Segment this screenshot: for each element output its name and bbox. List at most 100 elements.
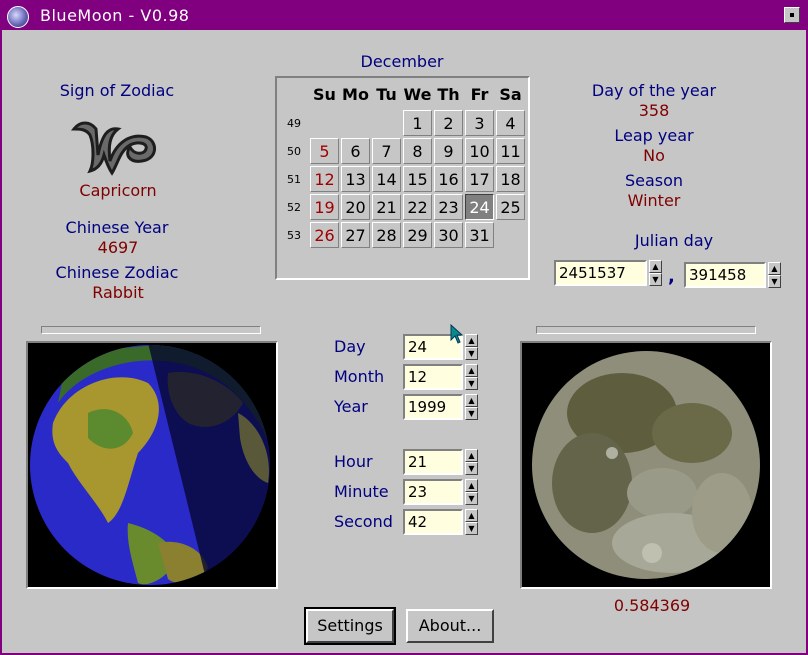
capricorn-symbol-icon xyxy=(70,121,156,176)
week-number: 49 xyxy=(287,117,301,130)
julian-day-spinner[interactable]: ▲ ▼ xyxy=(649,260,662,286)
weekday-header: Fr xyxy=(470,85,489,104)
year-field[interactable]: 1999 xyxy=(403,394,463,420)
about-button[interactable]: About... xyxy=(406,609,494,643)
calendar-day[interactable]: 20 xyxy=(341,194,370,220)
calendar-day[interactable]: 21 xyxy=(372,194,401,220)
calendar-day[interactable]: 10 xyxy=(465,138,494,164)
calendar-day[interactable]: 7 xyxy=(372,138,401,164)
earth-slider[interactable] xyxy=(41,326,261,334)
calendar-day[interactable]: 29 xyxy=(403,222,432,248)
spin-down-icon[interactable]: ▼ xyxy=(465,407,478,420)
zodiac-sign: Capricorn xyxy=(79,181,157,200)
spin-down-icon[interactable]: ▼ xyxy=(465,522,478,535)
week-number: 51 xyxy=(287,173,301,186)
spin-up-icon[interactable]: ▲ xyxy=(649,260,662,273)
system-menu-button[interactable] xyxy=(784,7,800,23)
spin-down-icon[interactable]: ▼ xyxy=(465,347,478,360)
season-label: Season xyxy=(624,171,684,190)
calendar-day[interactable]: 9 xyxy=(434,138,463,164)
earth-globe-icon xyxy=(30,345,270,585)
spin-up-icon[interactable]: ▲ xyxy=(465,479,478,492)
moon-slider[interactable] xyxy=(536,326,756,334)
window-title: BlueMoon - V0.98 xyxy=(40,6,190,25)
minute-field[interactable]: 23 xyxy=(403,479,463,505)
hour-label: Hour xyxy=(334,452,373,471)
minute-spinner[interactable]: ▲ ▼ xyxy=(465,479,478,505)
zodiac-heading: Sign of Zodiac xyxy=(59,81,175,100)
calendar-day[interactable]: 2 xyxy=(434,110,463,136)
app-moon-icon[interactable] xyxy=(7,6,29,28)
moon-phase-value: 0.584369 xyxy=(613,596,691,615)
calendar-day[interactable]: 26 xyxy=(310,222,339,248)
calendar-day[interactable]: 23 xyxy=(434,194,463,220)
julian-fraction-spinner[interactable]: ▲ ▼ xyxy=(768,262,781,288)
chinese-year-label: Chinese Year xyxy=(65,218,169,237)
title-bar[interactable]: BlueMoon - V0.98 xyxy=(2,2,806,30)
weekday-header: Mo xyxy=(342,85,369,104)
calendar-day[interactable]: 3 xyxy=(465,110,494,136)
weekday-header: Su xyxy=(313,85,336,104)
spin-down-icon[interactable]: ▼ xyxy=(465,462,478,475)
calendar-day[interactable]: 16 xyxy=(434,166,463,192)
calendar-day[interactable]: 1 xyxy=(403,110,432,136)
calendar-day[interactable]: 19 xyxy=(310,194,339,220)
calendar-day[interactable]: 4 xyxy=(496,110,525,136)
calendar-day[interactable]: 5 xyxy=(310,138,339,164)
calendar-month-title: December xyxy=(360,52,444,71)
calendar-day-selected[interactable]: 24 xyxy=(465,194,494,220)
day-spinner[interactable]: ▲ ▼ xyxy=(465,334,478,360)
hour-spinner[interactable]: ▲ ▼ xyxy=(465,449,478,475)
spin-up-icon[interactable]: ▲ xyxy=(465,509,478,522)
minute-label: Minute xyxy=(334,482,389,501)
spin-up-icon[interactable]: ▲ xyxy=(465,394,478,407)
calendar-day[interactable]: 30 xyxy=(434,222,463,248)
month-field[interactable]: 12 xyxy=(403,364,463,390)
chinese-year-value: 4697 xyxy=(97,238,139,257)
year-label: Year xyxy=(334,397,368,416)
weekday-header: We xyxy=(403,85,432,104)
calendar-day[interactable]: 12 xyxy=(310,166,339,192)
moon-view xyxy=(520,341,772,589)
year-spinner[interactable]: ▲ ▼ xyxy=(465,394,478,420)
chinese-zodiac-value: Rabbit xyxy=(92,283,144,302)
julian-separator: , xyxy=(668,266,675,287)
calendar-day[interactable]: 17 xyxy=(465,166,494,192)
spin-down-icon[interactable]: ▼ xyxy=(768,275,781,288)
settings-button[interactable]: Settings xyxy=(304,607,396,645)
calendar-day[interactable]: 15 xyxy=(403,166,432,192)
calendar-day[interactable]: 13 xyxy=(341,166,370,192)
calendar-day[interactable]: 11 xyxy=(496,138,525,164)
spin-down-icon[interactable]: ▼ xyxy=(649,273,662,286)
julian-fraction-field[interactable]: 391458 xyxy=(684,262,766,288)
calendar-day[interactable]: 31 xyxy=(465,222,494,248)
spin-up-icon[interactable]: ▲ xyxy=(465,364,478,377)
calendar-day[interactable]: 8 xyxy=(403,138,432,164)
week-number: 52 xyxy=(287,201,301,214)
calendar-day[interactable]: 27 xyxy=(341,222,370,248)
week-number: 53 xyxy=(287,229,301,242)
second-field[interactable]: 42 xyxy=(403,509,463,535)
mouse-pointer-icon xyxy=(450,324,464,344)
calendar-day[interactable]: 22 xyxy=(403,194,432,220)
month-label: Month xyxy=(334,367,385,386)
hour-field[interactable]: 21 xyxy=(403,449,463,475)
spin-down-icon[interactable]: ▼ xyxy=(465,492,478,505)
calendar-day[interactable]: 6 xyxy=(341,138,370,164)
calendar-day[interactable]: 28 xyxy=(372,222,401,248)
day-of-year-label: Day of the year xyxy=(591,81,717,100)
spin-down-icon[interactable]: ▼ xyxy=(465,377,478,390)
day-of-year-value: 358 xyxy=(638,101,670,120)
spin-up-icon[interactable]: ▲ xyxy=(465,334,478,347)
spin-up-icon[interactable]: ▲ xyxy=(465,449,478,462)
calendar-day[interactable]: 14 xyxy=(372,166,401,192)
week-number: 50 xyxy=(287,145,301,158)
spin-up-icon[interactable]: ▲ xyxy=(768,262,781,275)
calendar-day[interactable]: 25 xyxy=(496,194,525,220)
month-spinner[interactable]: ▲ ▼ xyxy=(465,364,478,390)
leap-year-label: Leap year xyxy=(614,126,694,145)
julian-day-field[interactable]: 2451537 xyxy=(554,260,647,286)
chinese-zodiac-label: Chinese Zodiac xyxy=(55,263,179,282)
calendar-day[interactable]: 18 xyxy=(496,166,525,192)
second-spinner[interactable]: ▲ ▼ xyxy=(465,509,478,535)
